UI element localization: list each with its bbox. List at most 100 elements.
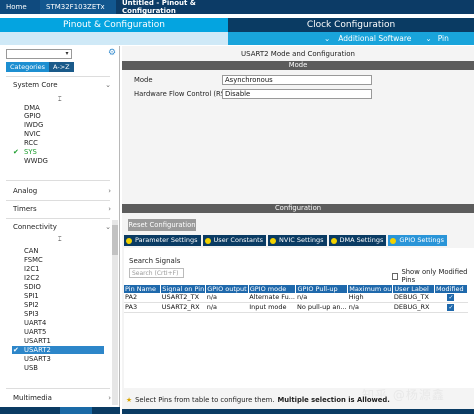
col-modified[interactable]: Modified	[434, 285, 469, 293]
check-icon: ✔	[13, 148, 19, 156]
table-header-row: Pin Name Signal on Pin GPIO output GPIO …	[124, 285, 469, 293]
sidebar-item-uart5[interactable]: UART5	[24, 328, 46, 336]
col-gpio-pull[interactable]: GPIO Pull-up	[295, 285, 349, 293]
sidebar-item-fsmc[interactable]: FSMC	[24, 256, 43, 264]
cell-gpio-output: n/a	[205, 302, 249, 313]
sidebar-item-dma[interactable]: DMA	[24, 104, 40, 112]
main-tabs: Pinout & Configuration Clock Configurati…	[0, 18, 474, 32]
reset-configuration-button[interactable]: Reset Configuration	[128, 219, 196, 231]
pin-table: Pin Name Signal on Pin GPIO output GPIO …	[124, 285, 474, 313]
breadcrumb-device[interactable]: STM32F103ZETx	[40, 0, 116, 14]
chevron-down-icon: ⌄	[105, 223, 111, 231]
sidebar-item-usart2[interactable]: USART2	[12, 346, 104, 354]
status-dot-icon	[126, 237, 132, 244]
cell-gpio-output: n/a	[205, 293, 249, 303]
chevron-right-icon: ›	[108, 394, 111, 402]
mode-select[interactable]: Asynchronous	[222, 75, 372, 85]
pinout-menu[interactable]: Pin	[438, 34, 449, 43]
cell-user-label: DEBUG_TX	[392, 293, 435, 303]
col-max-output[interactable]: Maximum ou	[347, 285, 394, 293]
status-dot-icon	[270, 237, 277, 244]
text-cursor-icon: ⌶	[58, 96, 62, 103]
cell-max-output: High	[347, 293, 393, 303]
sidebar-item-uart4[interactable]: UART4	[24, 319, 46, 327]
col-pin-name[interactable]: Pin Name	[124, 285, 162, 293]
mode-label: Mode	[134, 76, 153, 84]
sidebar-scrollbar-thumb[interactable]	[112, 225, 118, 255]
status-dot-icon	[204, 237, 211, 244]
chevron-right-icon: ›	[108, 187, 111, 195]
sidebar-item-usart1[interactable]: USART1	[24, 337, 51, 345]
show-modified-toggle[interactable]: Show only Modified Pins	[392, 268, 474, 284]
col-signal[interactable]: Signal on Pin	[160, 285, 207, 293]
sidebar-item-gpio[interactable]: GPIO	[24, 112, 41, 120]
tab-gpio-settings[interactable]: GPIO Settings	[388, 235, 448, 246]
section-multimedia[interactable]: Multimedia ›	[13, 392, 111, 404]
breadcrumb-project[interactable]: Untitled - Pinout & Configuration	[116, 0, 246, 15]
tab-a-to-z[interactable]: A->Z	[49, 62, 74, 72]
sidebar-item-spi1[interactable]: SPI1	[24, 292, 39, 300]
tab-parameter-settings[interactable]: Parameter Settings	[124, 235, 201, 246]
sidebar-item-usart3[interactable]: USART3	[24, 355, 51, 363]
config-tabs: Parameter Settings User Constants NVIC S…	[124, 235, 448, 246]
search-signals-label: Search Signals	[129, 257, 181, 265]
gear-icon[interactable]: ⚙	[108, 48, 118, 58]
cell-signal: USART2_RX	[160, 302, 206, 313]
tab-clock-configuration[interactable]: Clock Configuration	[228, 18, 474, 32]
sidebar-item-spi2[interactable]: SPI2	[24, 301, 39, 309]
tab-pinout-configuration[interactable]: Pinout & Configuration	[0, 18, 228, 32]
tab-dma-settings[interactable]: DMA Settings	[328, 235, 387, 246]
search-signals-input[interactable]: Search (CrtI+F)	[129, 268, 184, 278]
additional-software-menu[interactable]: Additional Software	[338, 34, 411, 43]
divider	[6, 200, 110, 201]
cell-pin: PA2	[124, 293, 161, 303]
tab-nvic-settings[interactable]: NVIC Settings	[268, 235, 327, 246]
configuration-header: Configuration	[122, 204, 474, 213]
cell-modified: ✓	[434, 293, 468, 303]
sidebar-item-spi3[interactable]: SPI3	[24, 310, 39, 318]
checkbox[interactable]	[392, 272, 399, 280]
chevron-down-icon: ⌄	[105, 81, 111, 89]
sidebar-item-sys[interactable]: SYS	[24, 148, 37, 156]
tab-user-constants[interactable]: User Constants	[202, 235, 267, 246]
panel-title: USART2 Mode and Configuration	[241, 50, 355, 58]
table-row[interactable]: PA2 USART2_TX n/a Alternate Fu... n/a Hi…	[124, 293, 468, 303]
divider	[6, 76, 110, 77]
sidebar-item-iwdg[interactable]: IWDG	[24, 121, 43, 129]
divider	[6, 218, 110, 219]
sidebar-item-usb[interactable]: USB	[24, 364, 38, 372]
sidebar-item-i2c1[interactable]: I2C1	[24, 265, 39, 273]
col-gpio-output[interactable]: GPIO output	[205, 285, 249, 293]
chevron-down-icon: ⌄	[425, 34, 432, 43]
cell-modified: ✓	[434, 302, 468, 313]
col-gpio-mode[interactable]: GPIO mode	[248, 285, 297, 293]
chevron-down-icon: ⌄	[324, 34, 331, 43]
status-dot-icon	[330, 237, 337, 244]
flow-control-select[interactable]: Disable	[222, 89, 372, 99]
checked-checkbox-icon[interactable]: ✓	[447, 294, 455, 301]
breadcrumb-home[interactable]: Home	[0, 0, 40, 14]
sidebar-item-sdio[interactable]: SDIO	[24, 283, 41, 291]
sidebar-item-wwdg[interactable]: WWDG	[24, 157, 48, 165]
sidebar-footer-tab[interactable]	[60, 407, 92, 414]
section-system-core[interactable]: System Core ⌄	[13, 79, 111, 91]
tab-categories[interactable]: Categories	[6, 62, 50, 72]
sidebar-item-nvic[interactable]: NVIC	[24, 130, 41, 138]
sidebar-item-i2c2[interactable]: I2C2	[24, 274, 39, 282]
cell-gpio-pull: n/a	[295, 293, 348, 303]
col-user-label[interactable]: User Label	[392, 285, 435, 293]
checked-checkbox-icon[interactable]: ✓	[447, 304, 455, 311]
sidebar-item-can[interactable]: CAN	[24, 247, 38, 255]
show-modified-label: Show only Modified Pins	[401, 268, 468, 284]
divider	[6, 180, 110, 181]
section-analog[interactable]: Analog ›	[13, 185, 111, 197]
sidebar-item-rcc[interactable]: RCC	[24, 139, 38, 147]
section-timers[interactable]: Timers ›	[13, 203, 111, 215]
table-row[interactable]: PA3 USART2_RX n/a Input mode No pull-up …	[124, 302, 468, 313]
section-connectivity[interactable]: Connectivity ⌄	[13, 221, 111, 233]
cell-gpio-pull: No pull-up an...	[295, 302, 348, 313]
sidebar-tabs: Categories A->Z	[6, 62, 74, 72]
cell-max-output: n/a	[347, 302, 393, 313]
chevron-down-icon[interactable]: ▾	[62, 49, 72, 59]
hint-message: Select Pins from table to configure them…	[135, 396, 275, 404]
